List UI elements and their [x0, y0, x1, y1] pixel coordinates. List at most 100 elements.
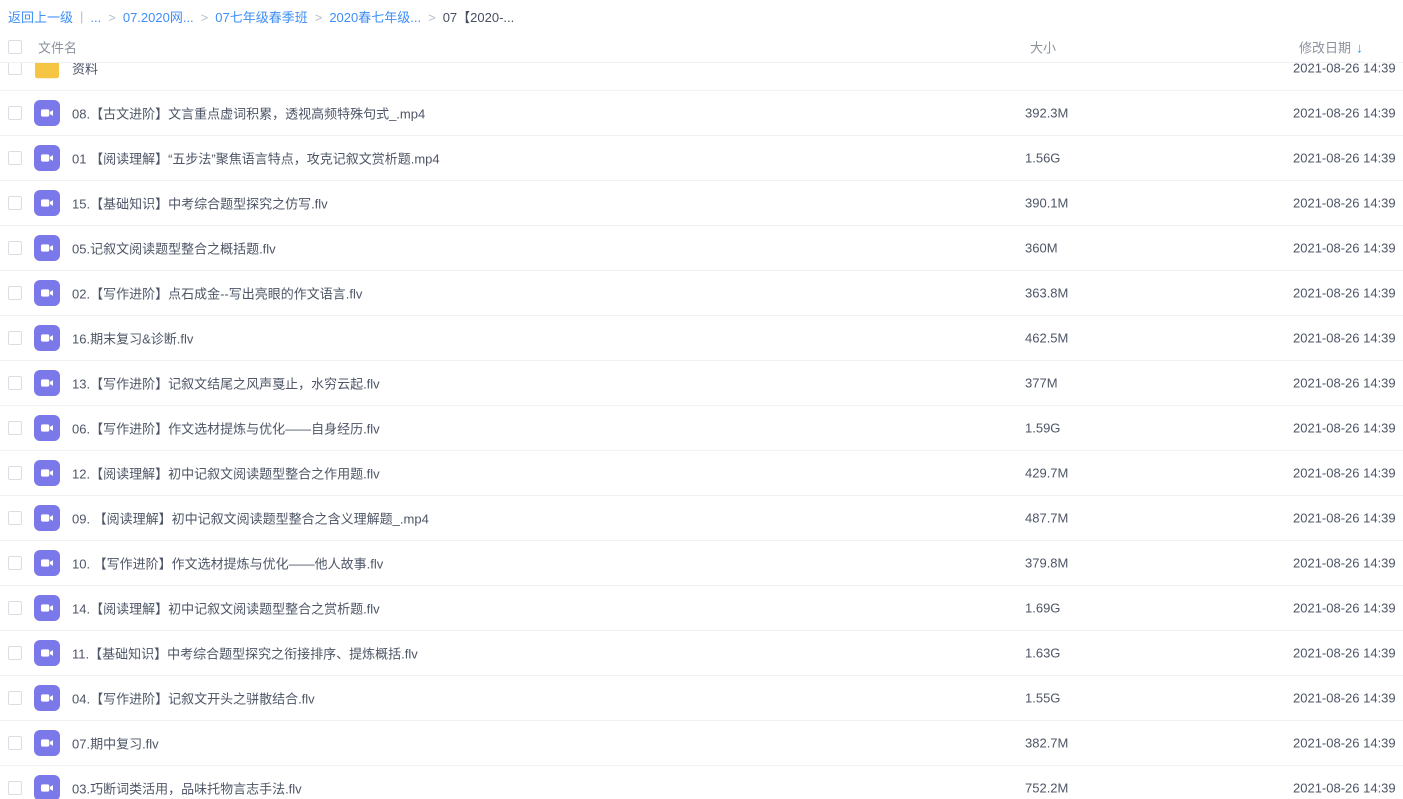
breadcrumb-link[interactable]: 07.2020网... [123, 10, 194, 25]
table-row[interactable]: 01 【阅读理解】“五步法”聚焦语言特点，攻克记叙文赏析题.mp4 1.56G … [0, 136, 1403, 181]
file-name[interactable]: 09. 【阅读理解】初中记叙文阅读题型整合之含义理解题_.mp4 [72, 509, 429, 528]
file-date: 2021-08-26 14:39 [1293, 781, 1396, 796]
table-row[interactable]: 资料 2021-08-26 14:39 [0, 63, 1403, 91]
file-size: 382.7M [1025, 736, 1068, 751]
file-date: 2021-08-26 14:39 [1293, 151, 1396, 166]
table-row[interactable]: 16.期末复习&诊断.flv 462.5M 2021-08-26 14:39 [0, 316, 1403, 361]
breadcrumb-back-link[interactable]: 返回上一级 [8, 7, 73, 26]
file-name[interactable]: 12.【阅读理解】初中记叙文阅读题型整合之作用题.flv [72, 464, 380, 483]
file-size: 363.8M [1025, 286, 1068, 301]
file-name[interactable]: 10. 【写作进阶】作文选材提炼与优化——他人故事.flv [72, 554, 383, 573]
file-name[interactable]: 15.【基础知识】中考综合题型探究之仿写.flv [72, 194, 328, 213]
file-size: 1.63G [1025, 646, 1060, 661]
table-row[interactable]: 03.巧断词类活用，品味托物言志手法.flv 752.2M 2021-08-26… [0, 766, 1403, 799]
file-date: 2021-08-26 14:39 [1293, 331, 1396, 346]
breadcrumb-link[interactable]: ... [90, 10, 101, 25]
row-checkbox[interactable] [8, 421, 22, 435]
row-checkbox[interactable] [8, 601, 22, 615]
video-file-icon [34, 460, 60, 486]
file-name[interactable]: 资料 [72, 63, 98, 78]
select-all-checkbox[interactable] [8, 40, 22, 54]
row-checkbox[interactable] [8, 286, 22, 300]
breadcrumb-current: 07【2020-... [443, 10, 515, 25]
file-date: 2021-08-26 14:39 [1293, 691, 1396, 706]
file-size: 1.69G [1025, 601, 1060, 616]
file-name[interactable]: 01 【阅读理解】“五步法”聚焦语言特点，攻克记叙文赏析题.mp4 [72, 149, 440, 168]
video-file-icon [34, 415, 60, 441]
table-row[interactable]: 11.【基础知识】中考综合题型探究之衔接排序、提炼概括.flv 1.63G 20… [0, 631, 1403, 676]
file-date: 2021-08-26 14:39 [1293, 421, 1396, 436]
video-file-icon [34, 325, 60, 351]
breadcrumb-separator: > [428, 10, 436, 25]
file-date: 2021-08-26 14:39 [1293, 601, 1396, 616]
row-checkbox[interactable] [8, 781, 22, 795]
breadcrumb-link[interactable]: 2020春七年级... [329, 10, 421, 25]
file-name[interactable]: 08.【古文进阶】文言重点虚词积累，透视高频特殊句式_.mp4 [72, 104, 425, 123]
file-name[interactable]: 05.记叙文阅读题型整合之概括题.flv [72, 239, 276, 258]
file-size: 379.8M [1025, 556, 1068, 571]
file-date: 2021-08-26 14:39 [1293, 196, 1396, 211]
sort-descending-icon: ↓ [1356, 39, 1363, 55]
file-name[interactable]: 13.【写作进阶】记叙文结尾之风声戛止，水穷云起.flv [72, 374, 380, 393]
table-row[interactable]: 15.【基础知识】中考综合题型探究之仿写.flv 390.1M 2021-08-… [0, 181, 1403, 226]
file-size: 462.5M [1025, 331, 1068, 346]
video-file-icon [34, 145, 60, 171]
file-name[interactable]: 04.【写作进阶】记叙文开头之骈散结合.flv [72, 689, 315, 708]
video-file-icon [34, 685, 60, 711]
row-checkbox[interactable] [8, 466, 22, 480]
row-checkbox[interactable] [8, 196, 22, 210]
video-file-icon [34, 505, 60, 531]
file-size: 1.55G [1025, 691, 1060, 706]
row-checkbox[interactable] [8, 646, 22, 660]
table-row[interactable]: 13.【写作进阶】记叙文结尾之风声戛止，水穷云起.flv 377M 2021-0… [0, 361, 1403, 406]
table-row[interactable]: 05.记叙文阅读题型整合之概括题.flv 360M 2021-08-26 14:… [0, 226, 1403, 271]
file-name[interactable]: 11.【基础知识】中考综合题型探究之衔接排序、提炼概括.flv [72, 644, 418, 663]
column-header-date-sort[interactable]: 修改日期 ↓ [1299, 38, 1363, 57]
row-checkbox[interactable] [8, 736, 22, 750]
file-name[interactable]: 02.【写作进阶】点石成金--写出亮眼的作文语言.flv [72, 284, 362, 303]
row-checkbox[interactable] [8, 63, 22, 75]
file-date: 2021-08-26 14:39 [1293, 736, 1396, 751]
table-row[interactable]: 09. 【阅读理解】初中记叙文阅读题型整合之含义理解题_.mp4 487.7M … [0, 496, 1403, 541]
video-file-icon [34, 190, 60, 216]
file-date: 2021-08-26 14:39 [1293, 241, 1396, 256]
file-table-header: 文件名 大小 修改日期 ↓ [0, 32, 1403, 63]
file-date: 2021-08-26 14:39 [1293, 646, 1396, 661]
row-checkbox[interactable] [8, 106, 22, 120]
table-row[interactable]: 04.【写作进阶】记叙文开头之骈散结合.flv 1.55G 2021-08-26… [0, 676, 1403, 721]
file-size: 487.7M [1025, 511, 1068, 526]
file-date: 2021-08-26 14:39 [1293, 556, 1396, 571]
video-file-icon [34, 370, 60, 396]
file-name[interactable]: 16.期末复习&诊断.flv [72, 329, 193, 348]
file-date: 2021-08-26 14:39 [1293, 511, 1396, 526]
row-checkbox[interactable] [8, 691, 22, 705]
video-file-icon [34, 235, 60, 261]
table-row[interactable]: 08.【古文进阶】文言重点虚词积累，透视高频特殊句式_.mp4 392.3M 2… [0, 91, 1403, 136]
table-row[interactable]: 14.【阅读理解】初中记叙文阅读题型整合之赏析题.flv 1.69G 2021-… [0, 586, 1403, 631]
file-date: 2021-08-26 14:39 [1293, 63, 1396, 76]
file-size: 752.2M [1025, 781, 1068, 796]
row-checkbox[interactable] [8, 151, 22, 165]
file-size: 360M [1025, 241, 1058, 256]
table-row[interactable]: 07.期中复习.flv 382.7M 2021-08-26 14:39 [0, 721, 1403, 766]
column-header-filename: 文件名 [38, 38, 77, 57]
table-row[interactable]: 12.【阅读理解】初中记叙文阅读题型整合之作用题.flv 429.7M 2021… [0, 451, 1403, 496]
row-checkbox[interactable] [8, 556, 22, 570]
table-row[interactable]: 02.【写作进阶】点石成金--写出亮眼的作文语言.flv 363.8M 2021… [0, 271, 1403, 316]
table-row[interactable]: 06.【写作进阶】作文选材提炼与优化——自身经历.flv 1.59G 2021-… [0, 406, 1403, 451]
file-name[interactable]: 03.巧断词类活用，品味托物言志手法.flv [72, 779, 302, 798]
table-row[interactable]: 10. 【写作进阶】作文选材提炼与优化——他人故事.flv 379.8M 202… [0, 541, 1403, 586]
column-header-date-label: 修改日期 [1299, 38, 1351, 57]
file-size: 392.3M [1025, 106, 1068, 121]
file-name[interactable]: 14.【阅读理解】初中记叙文阅读题型整合之赏析题.flv [72, 599, 380, 618]
breadcrumb-separator: > [315, 10, 323, 25]
row-checkbox[interactable] [8, 331, 22, 345]
row-checkbox[interactable] [8, 511, 22, 525]
breadcrumb-link[interactable]: 07七年级春季班 [215, 10, 307, 25]
file-name[interactable]: 07.期中复习.flv [72, 734, 159, 753]
file-name[interactable]: 06.【写作进阶】作文选材提炼与优化——自身经历.flv [72, 419, 380, 438]
file-size: 390.1M [1025, 196, 1068, 211]
row-checkbox[interactable] [8, 376, 22, 390]
row-checkbox[interactable] [8, 241, 22, 255]
file-size: 429.7M [1025, 466, 1068, 481]
